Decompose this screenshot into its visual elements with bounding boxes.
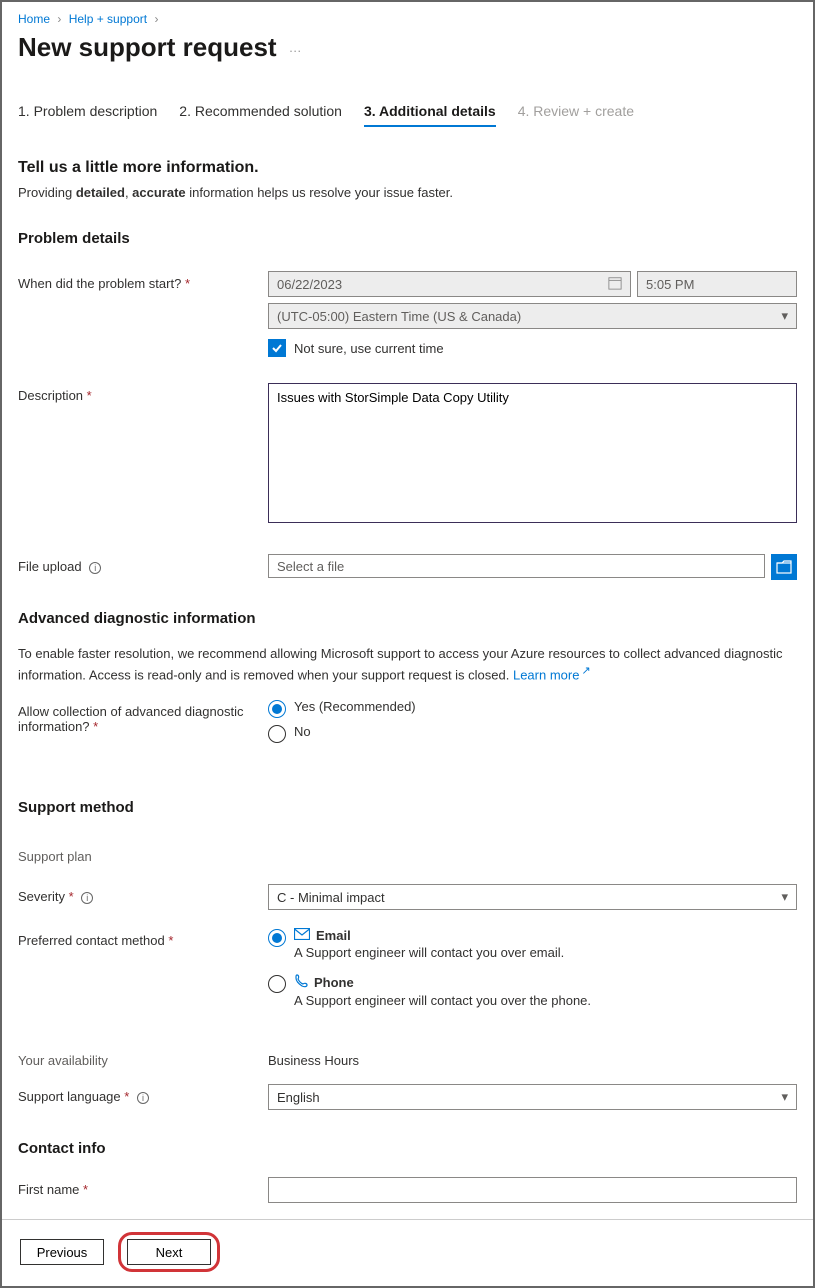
tab-additional-details[interactable]: 3. Additional details <box>364 103 496 127</box>
contact-phone-label: Phone <box>314 975 354 990</box>
external-link-icon: ↗ <box>581 665 590 677</box>
breadcrumb-home[interactable]: Home <box>18 12 50 26</box>
allow-diag-yes-label: Yes (Recommended) <box>294 699 416 714</box>
support-plan-label: Support plan <box>18 844 268 864</box>
not-sure-checkbox[interactable] <box>268 339 286 357</box>
when-label: When did the problem start? * <box>18 271 268 291</box>
chevron-right-icon: › <box>57 12 61 26</box>
allow-diag-no-radio[interactable] <box>268 725 286 743</box>
severity-select[interactable]: C - Minimal impact ▾ <box>268 884 797 910</box>
allow-diag-no-label: No <box>294 724 311 739</box>
tab-review-create: 4. Review + create <box>518 103 634 127</box>
chevron-down-icon: ▾ <box>781 308 788 324</box>
contact-info-heading: Contact info <box>18 1140 797 1157</box>
file-input[interactable]: Select a file <box>268 554 765 578</box>
next-button[interactable]: Next <box>127 1239 211 1265</box>
problem-details-heading: Problem details <box>18 230 797 247</box>
more-icon[interactable]: … <box>289 40 304 55</box>
contact-email-label: Email <box>316 928 351 943</box>
time-input[interactable]: 5:05 PM <box>637 271 797 297</box>
page-title: New support request <box>18 32 277 63</box>
description-textarea[interactable] <box>268 383 797 523</box>
file-browse-button[interactable] <box>771 554 797 580</box>
support-language-select[interactable]: English ▾ <box>268 1084 797 1110</box>
calendar-icon <box>608 276 622 293</box>
support-language-label: Support language * i <box>18 1084 268 1104</box>
intro-help-text: Providing detailed, accurate information… <box>18 185 797 200</box>
breadcrumb: Home › Help + support › <box>18 8 797 32</box>
wizard-tabs: 1. Problem description 2. Recommended so… <box>18 103 797 127</box>
contact-phone-radio[interactable] <box>268 975 286 993</box>
severity-label: Severity * i <box>18 884 268 904</box>
previous-button[interactable]: Previous <box>20 1239 104 1265</box>
info-icon[interactable]: i <box>89 562 101 574</box>
timezone-select[interactable]: (UTC-05:00) Eastern Time (US & Canada) ▾ <box>268 303 797 329</box>
tab-problem-description[interactable]: 1. Problem description <box>18 103 157 127</box>
first-name-label: First name * <box>18 1177 268 1197</box>
breadcrumb-help[interactable]: Help + support <box>69 12 147 26</box>
intro-heading: Tell us a little more information. <box>18 159 797 177</box>
chevron-down-icon: ▾ <box>781 1089 788 1105</box>
chevron-down-icon: ▾ <box>781 889 788 905</box>
support-method-heading: Support method <box>18 799 797 816</box>
chevron-right-icon: › <box>154 12 158 26</box>
info-icon[interactable]: i <box>137 1092 149 1104</box>
contact-method-label: Preferred contact method * <box>18 928 268 948</box>
tab-recommended-solution[interactable]: 2. Recommended solution <box>179 103 342 127</box>
phone-icon <box>294 974 308 991</box>
mail-icon <box>294 928 310 943</box>
availability-label: Your availability <box>18 1048 268 1068</box>
diag-heading: Advanced diagnostic information <box>18 610 797 627</box>
not-sure-label: Not sure, use current time <box>294 341 444 356</box>
learn-more-link[interactable]: Learn more <box>513 667 579 682</box>
info-icon[interactable]: i <box>81 892 93 904</box>
description-label: Description * <box>18 383 268 403</box>
diag-description: To enable faster resolution, we recommen… <box>18 645 797 685</box>
contact-email-radio[interactable] <box>268 929 286 947</box>
next-button-highlight: Next <box>118 1232 220 1272</box>
date-input[interactable]: 06/22/2023 <box>268 271 631 297</box>
contact-phone-desc: A Support engineer will contact you over… <box>294 993 591 1008</box>
contact-email-desc: A Support engineer will contact you over… <box>294 945 564 960</box>
availability-value: Business Hours <box>268 1048 797 1068</box>
file-upload-label: File upload i <box>18 554 268 574</box>
allow-diag-label: Allow collection of advanced diagnostic … <box>18 699 268 734</box>
first-name-input[interactable] <box>268 1177 797 1203</box>
footer: Previous Next <box>2 1219 813 1286</box>
allow-diag-yes-radio[interactable] <box>268 700 286 718</box>
